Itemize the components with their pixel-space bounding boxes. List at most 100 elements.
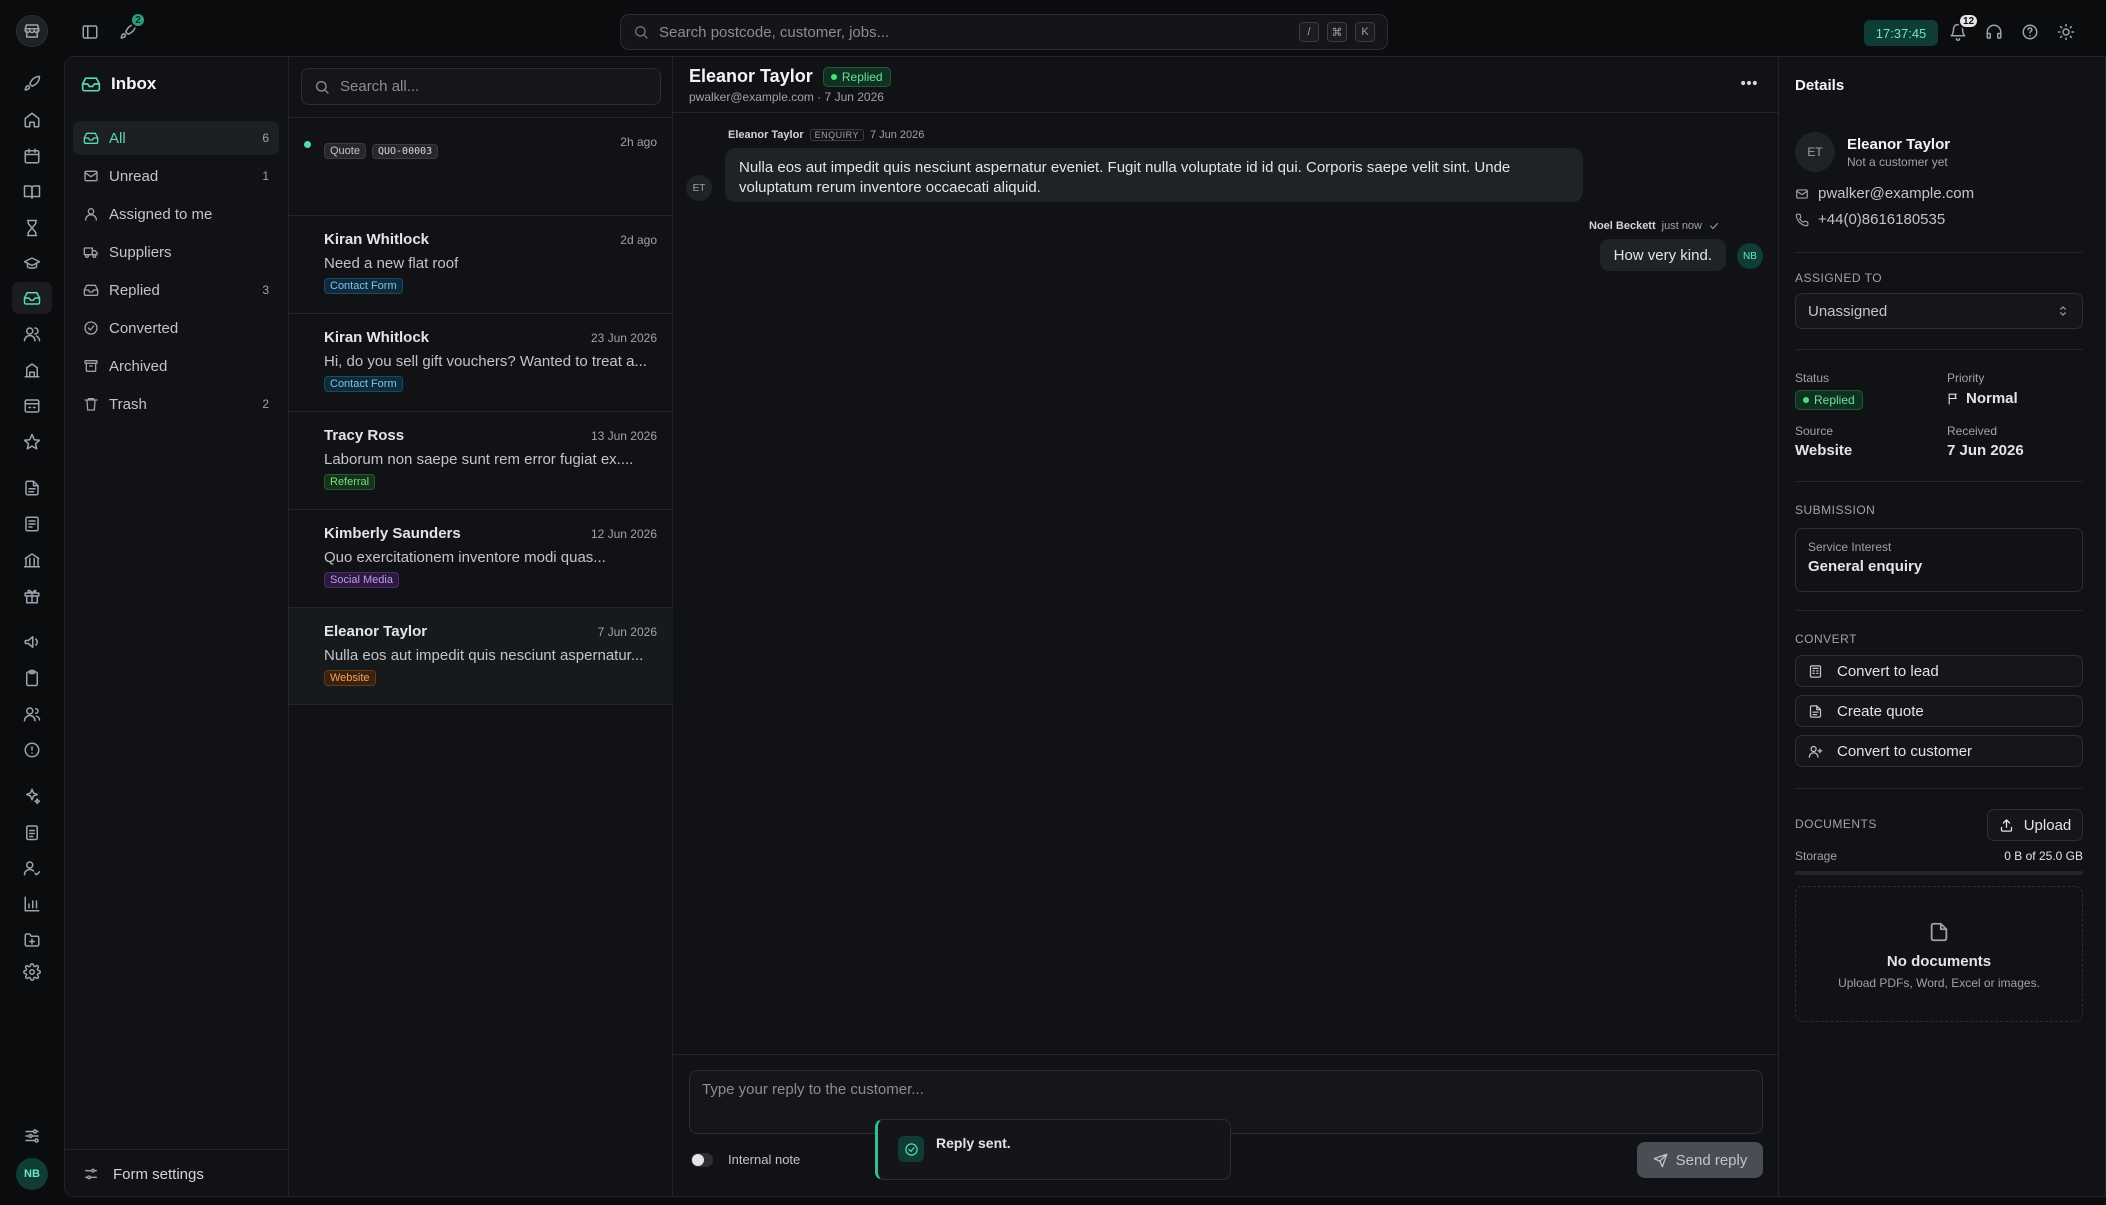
receipt-icon[interactable]	[21, 513, 43, 535]
internal-note-label: Internal note	[728, 1152, 801, 1167]
send-reply-label: Send reply	[1675, 1151, 1748, 1169]
inbox-icon	[81, 77, 101, 92]
users-icon[interactable]	[21, 323, 43, 345]
create-quote-button[interactable]: Create quote	[1795, 695, 2083, 727]
message-list: Search all... 2h ago Quote QUO-00003 Kira…	[289, 57, 673, 1196]
list-item[interactable]: Kiran Whitlock 2d ago Need a new flat ro…	[289, 215, 673, 313]
top-bar: 2 Search postcode, customer, jobs... / ⌘…	[0, 0, 2106, 64]
documents-dropzone[interactable]: No documents Upload PDFs, Word, Excel or…	[1795, 886, 2083, 1022]
list-item[interactable]: Tracy Ross 13 Jun 2026 Laborum non saepe…	[289, 411, 673, 509]
list-item-date: 23 Jun 2026	[590, 331, 657, 345]
flag-icon	[1948, 393, 1957, 405]
list-item-tag: Social Media	[324, 572, 399, 588]
settings-icon[interactable]	[21, 961, 43, 983]
outbound-avatar: NB	[1737, 243, 1763, 269]
list-search-input[interactable]: Search all...	[301, 68, 661, 105]
clipboard-list-icon[interactable]	[21, 821, 43, 843]
clipboard-icon[interactable]	[21, 667, 43, 689]
nav-item-label: Converted	[109, 319, 179, 337]
list-item-preview: Laborum non saepe sunt rem error fugiat …	[324, 451, 634, 468]
sliders-icon[interactable]	[21, 1125, 43, 1147]
nav-item-archived[interactable]: Archived	[73, 349, 279, 383]
nav-item-label: All	[109, 129, 126, 147]
status-label: Status	[1795, 371, 1830, 385]
sidebar-toggle-icon[interactable]	[77, 19, 103, 45]
user-avatar[interactable]: NB	[16, 1158, 48, 1190]
more-options-icon[interactable]	[1739, 73, 1759, 93]
nav-item-replied[interactable]: Replied 3	[73, 273, 279, 307]
headset-icon[interactable]	[1981, 19, 2007, 45]
list-item[interactable]: Kiran Whitlock 23 Jun 2026 Hi, do you se…	[289, 313, 673, 411]
convert-to-customer-button[interactable]: Convert to customer	[1795, 735, 2083, 767]
nav-item-all[interactable]: All 6	[73, 121, 279, 155]
team-icon[interactable]	[21, 703, 43, 725]
convert-to-lead-button[interactable]: Convert to lead	[1795, 655, 2083, 687]
calendar-icon[interactable]	[21, 145, 43, 167]
logo-icon[interactable]	[16, 15, 48, 47]
received-value: 7 Jun 2026	[1947, 442, 2024, 459]
form-settings-button[interactable]: Form settings	[65, 1149, 289, 1196]
building-icon[interactable]	[21, 359, 43, 381]
star-icon[interactable]	[21, 431, 43, 453]
nav-item-assigned[interactable]: Assigned to me	[73, 197, 279, 231]
no-documents-title: No documents	[1886, 953, 1992, 970]
list-item-tag: Website	[324, 670, 376, 686]
contact-phone[interactable]: +44(0)8616180535	[1795, 211, 1945, 228]
source-value: Website	[1795, 442, 1853, 459]
nav-item-unread[interactable]: Unread 1	[73, 159, 279, 193]
rocket-button[interactable]: 2	[115, 12, 146, 45]
unread-dot	[304, 141, 311, 148]
upload-button[interactable]: Upload	[1987, 809, 2083, 841]
notifications-badge: 12	[1958, 13, 1980, 29]
book-icon[interactable]	[21, 181, 43, 203]
status-dot	[1803, 397, 1809, 403]
megaphone-icon[interactable]	[21, 631, 43, 653]
alert-circle-icon[interactable]	[21, 739, 43, 761]
home-icon[interactable]	[21, 109, 43, 131]
list-item-preview: Hi, do you sell gift vouchers? Wanted to…	[324, 353, 647, 370]
list-item-date: 13 Jun 2026	[590, 429, 657, 443]
contact-email[interactable]: pwalker@example.com	[1795, 185, 1974, 202]
status-dot	[830, 73, 837, 80]
send-reply-button[interactable]: Send reply	[1637, 1142, 1763, 1178]
bar-chart-icon[interactable]	[21, 893, 43, 915]
theme-sun-icon[interactable]	[2053, 19, 2079, 45]
gift-icon[interactable]	[21, 585, 43, 607]
list-item[interactable]: Kimberly Saunders 12 Jun 2026 Quo exerci…	[289, 509, 673, 607]
list-item[interactable]: 2h ago Quote QUO-00003	[289, 117, 673, 215]
graduation-cap-icon[interactable]	[21, 253, 43, 275]
nav-item-trash[interactable]: Trash 2	[73, 387, 279, 421]
inbox-icon[interactable]	[21, 287, 43, 309]
internal-note-toggle[interactable]	[691, 1153, 713, 1167]
nav-item-count: 6	[262, 131, 269, 145]
rocket-icon[interactable]	[21, 73, 43, 95]
assigned-to-select[interactable]: Unassigned	[1795, 293, 2083, 329]
hourglass-icon[interactable]	[21, 217, 43, 239]
list-item-selected[interactable]: Eleanor Taylor 7 Jun 2026 Nulla eos aut …	[289, 607, 673, 705]
help-icon[interactable]	[2017, 19, 2043, 45]
user-check-icon[interactable]	[21, 857, 43, 879]
global-search-input[interactable]: Search postcode, customer, jobs... / ⌘ K	[620, 14, 1388, 50]
outbound-time: just now	[1661, 220, 1702, 232]
documents-label: DOCUMENTS	[1795, 817, 1877, 831]
storage-label: Storage	[1795, 849, 1838, 863]
mail-icon	[84, 170, 98, 182]
notifications-button[interactable]: 12	[1945, 13, 1980, 45]
nav-item-label: Replied	[109, 281, 160, 299]
folder-icon[interactable]	[21, 929, 43, 951]
nav-item-label: Archived	[109, 357, 168, 375]
contact-avatar: ET	[1795, 132, 1835, 172]
list-item-tag: Contact Form	[324, 278, 403, 294]
divider	[1795, 788, 2083, 789]
bank-icon[interactable]	[21, 549, 43, 571]
nav-item-converted[interactable]: Converted	[73, 311, 279, 345]
sparkle-icon[interactable]	[21, 785, 43, 807]
divider	[1795, 481, 2083, 482]
service-interest-label: Service Interest	[1808, 540, 1892, 554]
list-item-date: 2d ago	[620, 233, 657, 247]
priority-value[interactable]: Normal	[1947, 390, 2018, 407]
nav-item-suppliers[interactable]: Suppliers	[73, 235, 279, 269]
contact-email-text: pwalker@example.com	[1818, 185, 1975, 202]
calculator-icon[interactable]	[21, 395, 43, 417]
file-icon[interactable]	[21, 477, 43, 499]
